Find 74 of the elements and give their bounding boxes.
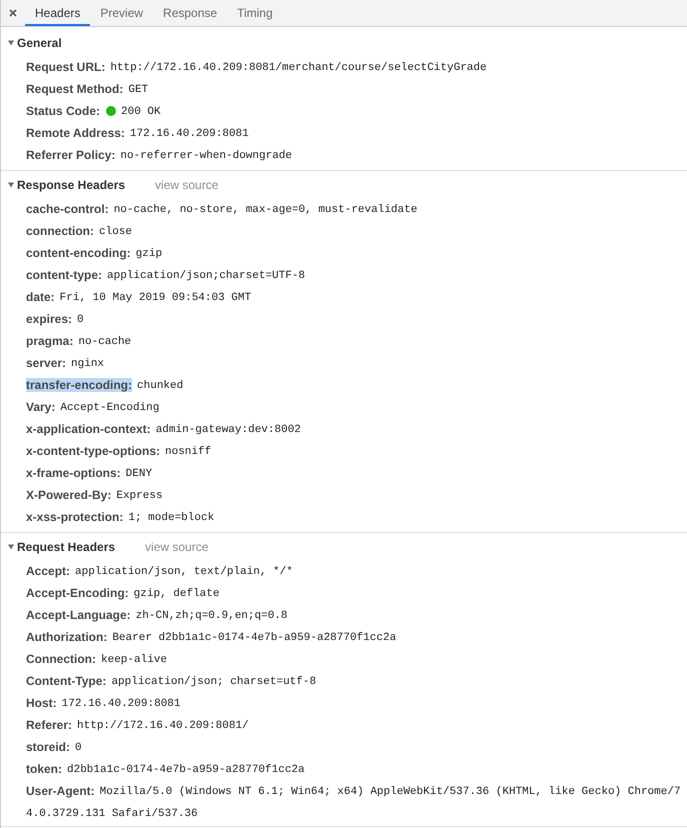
header-name: connection: bbox=[26, 224, 94, 238]
header-name: Authorization: bbox=[26, 630, 108, 644]
header-value: http://172.16.40.209:8081/ bbox=[77, 720, 249, 732]
header-value: nosniff bbox=[165, 446, 212, 458]
header-value: 172.16.40.209:8081 bbox=[62, 698, 180, 710]
triangle-down-icon[interactable] bbox=[8, 182, 14, 188]
header-value: 0 bbox=[75, 742, 82, 754]
header-name: server: bbox=[26, 356, 66, 370]
header-name: storeid: bbox=[26, 740, 70, 754]
header-name: content-encoding: bbox=[26, 246, 131, 260]
header-name: transfer-encoding: bbox=[26, 378, 132, 392]
header-name: Vary: bbox=[26, 400, 56, 414]
section-title[interactable]: Request Headers bbox=[17, 538, 116, 556]
header-name: date: bbox=[26, 290, 55, 304]
header-name: Referrer Policy: bbox=[26, 148, 116, 162]
header-name: cache-control: bbox=[26, 202, 109, 216]
header-value: Bearer d2bb1a1c-0174-4e7b-a959-a28770f1cc2a bbox=[112, 632, 396, 644]
header-value: Fri, 10 May 2019 09:54:03 GMT bbox=[60, 292, 252, 304]
triangle-down-icon[interactable] bbox=[8, 40, 14, 46]
header-value: chunked bbox=[137, 380, 184, 392]
header-name: Connection: bbox=[26, 652, 96, 666]
header-value: http://172.16.40.209:8081/merchant/course/selectCityGrade bbox=[110, 62, 487, 74]
header-name: Host: bbox=[26, 696, 57, 710]
header-value: gzip bbox=[136, 248, 162, 260]
view-source-link[interactable]: view source bbox=[145, 538, 208, 556]
header-value: 1; mode=block bbox=[128, 512, 214, 524]
header-name: expires: bbox=[26, 312, 72, 326]
header-value: Accept-Encoding bbox=[60, 402, 160, 414]
header-value: application/json; charset=utf-8 bbox=[111, 676, 316, 688]
triangle-down-icon[interactable] bbox=[8, 544, 14, 550]
header-name: Content-Type: bbox=[26, 674, 106, 688]
header-name: Status Code: bbox=[26, 104, 100, 118]
header-value: d2bb1a1c-0174-4e7b-a959-a28770f1cc2a bbox=[67, 764, 305, 776]
close-icon[interactable] bbox=[9, 9, 17, 17]
header-name: x-application-context: bbox=[26, 422, 151, 436]
header-value: GET bbox=[128, 84, 148, 96]
header-line: User-Agent: Mozilla/5.0 (Windows NT 6.1; Win64; x64) AppleWebKit/537.36 (KHTML, like Gecko) Chrome/74.0.3729.131 Safari/537.36 bbox=[26, 783, 682, 822]
header-name: Accept: bbox=[26, 564, 70, 578]
header-value: application/json;charset=UTF-8 bbox=[107, 270, 306, 282]
header-value: Express bbox=[116, 490, 163, 502]
header-value: 0 bbox=[77, 314, 84, 326]
header-value: nginx bbox=[71, 358, 104, 370]
tab[interactable]: Headers bbox=[25, 0, 90, 26]
header-name: content-type: bbox=[26, 268, 102, 282]
header-name: Referer: bbox=[26, 718, 72, 732]
header-name: x-content-type-options: bbox=[26, 444, 160, 458]
header-value: zh-CN,zh;q=0.9,en;q=0.8 bbox=[136, 610, 288, 622]
header-value: DENY bbox=[126, 468, 152, 480]
header-name: X-Powered-By: bbox=[26, 488, 112, 502]
header-name: Request Method: bbox=[26, 82, 124, 96]
header-value: 172.16.40.209:8081 bbox=[130, 128, 249, 140]
header-value: application/json, text/plain, */* bbox=[75, 566, 293, 578]
header-name: Remote Address: bbox=[26, 126, 125, 140]
header-value: close bbox=[99, 226, 132, 238]
header-name: token: bbox=[26, 762, 62, 776]
header-name: Accept-Encoding: bbox=[26, 586, 129, 600]
tab[interactable]: Response bbox=[153, 0, 228, 26]
view-source-link[interactable]: view source bbox=[155, 176, 218, 194]
header-value: no-cache bbox=[78, 336, 132, 348]
header-name: Request URL: bbox=[26, 60, 106, 74]
header-name: x-frame-options: bbox=[26, 466, 121, 480]
header-name: pragma: bbox=[26, 334, 74, 348]
header-value: gzip, deflate bbox=[134, 588, 220, 600]
header-value: 200 OK bbox=[121, 106, 161, 118]
tab[interactable]: Preview bbox=[90, 0, 154, 26]
section-title[interactable]: Response Headers bbox=[17, 176, 126, 194]
header-value: admin-gateway:dev:8002 bbox=[156, 424, 301, 436]
section-title[interactable]: General bbox=[17, 34, 62, 52]
header-value: keep-alive bbox=[101, 654, 168, 666]
header-name: x-xss-protection: bbox=[26, 510, 124, 524]
header-name: Accept-Language: bbox=[26, 608, 131, 622]
header-value: no-referrer-when-downgrade bbox=[120, 150, 292, 162]
tab[interactable]: Timing bbox=[227, 0, 283, 26]
header-value: no-cache, no-store, max-age=0, must-revalidate bbox=[114, 204, 418, 216]
